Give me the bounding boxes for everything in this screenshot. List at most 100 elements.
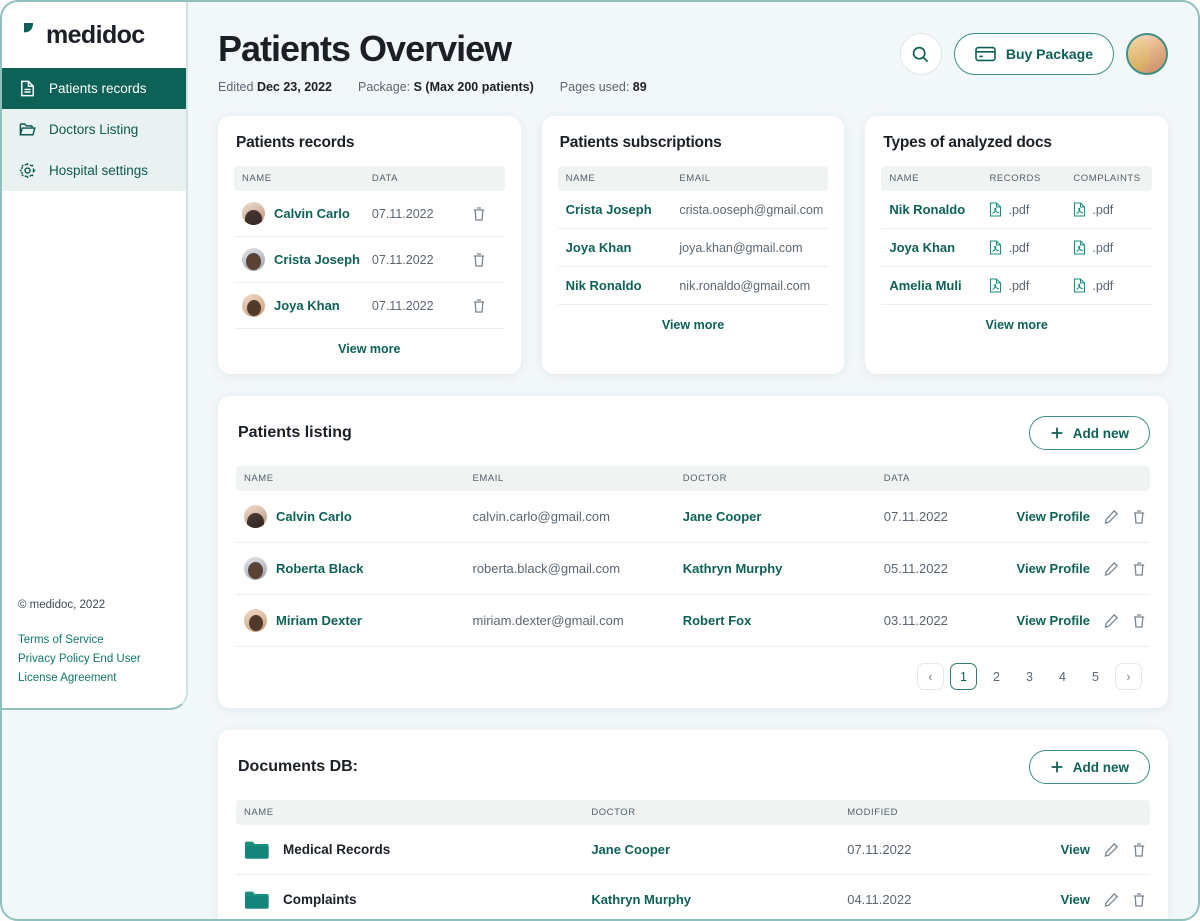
- pagination-page-5[interactable]: 5: [1082, 663, 1109, 690]
- cell-data: 07.11.2022: [363, 282, 465, 329]
- add-new-patient-button[interactable]: Add new: [1028, 416, 1150, 450]
- cell-modified: 07.11.2022: [839, 825, 1023, 875]
- edit-pencil-icon[interactable]: [1103, 561, 1119, 577]
- trash-icon[interactable]: [1132, 509, 1146, 525]
- trash-icon[interactable]: [472, 206, 505, 222]
- pagination-page-1[interactable]: 1: [950, 663, 977, 690]
- table-row[interactable]: Calvin Carlo calvin.carlo@gmail.com Jane…: [236, 491, 1150, 543]
- trash-icon[interactable]: [1132, 613, 1146, 629]
- folder-open-icon: [18, 120, 37, 139]
- table-row[interactable]: Joya Khan joya.khan@gmail.com: [557, 228, 829, 267]
- cell-doctor[interactable]: Robert Fox: [674, 594, 876, 647]
- privacy-policy-link[interactable]: Privacy Policy End User: [18, 650, 178, 669]
- cell-name[interactable]: Amelia Muli: [881, 266, 982, 305]
- cell-name[interactable]: Joya Khan: [557, 228, 672, 267]
- view-profile-link[interactable]: View Profile: [1017, 613, 1090, 628]
- sidebar-item-label: Patients records: [49, 81, 147, 96]
- cell-data: 03.11.2022: [875, 594, 1004, 647]
- section-patients-listing: Patients listing Add new NAME EMAIL DOCT…: [218, 396, 1168, 708]
- table-row[interactable]: Amelia Muli .pdf .pdf: [881, 266, 1153, 305]
- view-link[interactable]: View: [1061, 842, 1090, 857]
- table-row[interactable]: Crista Joseph crista.ooseph@gmail.com: [557, 191, 829, 229]
- page-title: Patients Overview: [218, 28, 512, 69]
- col-header-doctor: DOCTOR: [674, 466, 876, 491]
- edit-pencil-icon[interactable]: [1103, 509, 1119, 525]
- table-row[interactable]: Nik Ronaldo .pdf .pdf: [881, 191, 1153, 229]
- table-row[interactable]: Calvin Carlo 07.11.2022: [234, 191, 505, 237]
- sidebar-item-patients-records[interactable]: Patients records: [2, 68, 186, 109]
- trash-icon[interactable]: [1132, 842, 1146, 858]
- table-row[interactable]: Miriam Dexter miriam.dexter@gmail.com Ro…: [236, 594, 1150, 647]
- avatar: [242, 248, 265, 271]
- cell-name[interactable]: Nik Ronaldo: [881, 191, 982, 229]
- table-row[interactable]: Joya Khan 07.11.2022: [234, 282, 505, 329]
- cell-name: Roberta Black: [236, 542, 465, 595]
- cell-doctor[interactable]: Jane Cooper: [583, 825, 840, 875]
- document-name[interactable]: Complaints: [283, 892, 357, 907]
- pagination-page-3[interactable]: 3: [1016, 663, 1043, 690]
- license-agreement-link[interactable]: License Agreement: [18, 669, 178, 688]
- plus-icon: [1050, 426, 1064, 440]
- view-profile-link[interactable]: View Profile: [1017, 561, 1090, 576]
- pagination-next[interactable]: ›: [1115, 663, 1142, 690]
- pagination-prev[interactable]: ‹: [917, 663, 944, 690]
- trash-icon[interactable]: [472, 252, 505, 268]
- leaf-mark-icon: [16, 22, 38, 48]
- analyzed-docs-table: NAME RECORDS COMPLAINTS Nik Ronaldo .pdf: [881, 166, 1153, 305]
- cell-name[interactable]: Nik Ronaldo: [557, 266, 672, 305]
- sidebar-item-doctors-listing[interactable]: Doctors Listing: [2, 109, 186, 150]
- cell-actions: View Profile: [1003, 542, 1150, 595]
- view-more-link[interactable]: View more: [558, 305, 829, 340]
- avatar: [244, 609, 267, 632]
- cell-name[interactable]: Crista Joseph: [557, 191, 672, 229]
- folder-icon: [244, 889, 269, 910]
- table-row[interactable]: Complaints Kathryn Murphy 04.11.2022 Vie…: [236, 874, 1150, 919]
- cell-complaints: .pdf: [1065, 191, 1153, 229]
- buy-package-label: Buy Package: [1005, 46, 1093, 62]
- trash-icon[interactable]: [472, 298, 505, 314]
- cell-doctor[interactable]: Kathryn Murphy: [583, 874, 840, 919]
- cell-name[interactable]: Joya Khan: [881, 228, 982, 267]
- cell-doctor[interactable]: Jane Cooper: [674, 491, 876, 543]
- table-row[interactable]: Nik Ronaldo nik.ronaldo@gmail.com: [557, 266, 829, 305]
- edit-pencil-icon[interactable]: [1103, 842, 1119, 858]
- col-header-records: RECORDS: [981, 166, 1066, 191]
- trash-icon[interactable]: [1132, 561, 1146, 577]
- pdf-icon: [989, 278, 1002, 293]
- add-new-document-button[interactable]: Add new: [1028, 750, 1150, 784]
- app-window: medidoc Patients records Doctors Listing…: [0, 0, 1200, 921]
- search-button[interactable]: [899, 33, 942, 75]
- terms-of-service-link[interactable]: Terms of Service: [18, 631, 178, 650]
- buy-package-button[interactable]: Buy Package: [953, 33, 1114, 75]
- col-header-actions: [1003, 466, 1150, 491]
- col-header-name: NAME: [881, 166, 982, 191]
- document-name[interactable]: Medical Records: [283, 842, 390, 857]
- pages-meta: Pages used: 89: [559, 80, 647, 94]
- cell-complaints: .pdf: [1065, 228, 1153, 267]
- table-row[interactable]: Joya Khan .pdf .pdf: [881, 228, 1153, 267]
- user-avatar[interactable]: [1126, 33, 1168, 75]
- cell-actions: View: [1022, 825, 1150, 875]
- trash-icon[interactable]: [1132, 892, 1146, 908]
- cell-doctor[interactable]: Kathryn Murphy: [674, 542, 876, 595]
- view-link[interactable]: View: [1061, 892, 1090, 907]
- cell-name: Joya Khan: [234, 282, 364, 329]
- cell-records: .pdf: [981, 191, 1066, 229]
- pagination-page-2[interactable]: 2: [983, 663, 1010, 690]
- pages-value: 89: [632, 80, 647, 94]
- edit-pencil-icon[interactable]: [1103, 613, 1119, 629]
- view-profile-link[interactable]: View Profile: [1017, 509, 1090, 524]
- edit-pencil-icon[interactable]: [1103, 892, 1119, 908]
- table-row[interactable]: Roberta Black roberta.black@gmail.com Ka…: [236, 542, 1150, 595]
- col-header-name: NAME: [234, 166, 364, 191]
- table-row[interactable]: Crista Joseph 07.11.2022: [234, 236, 505, 283]
- pagination-page-4[interactable]: 4: [1049, 663, 1076, 690]
- view-more-link[interactable]: View more: [234, 329, 505, 364]
- cell-actions: View Profile: [1003, 594, 1150, 647]
- sidebar-item-hospital-settings[interactable]: Hospital settings: [2, 150, 186, 191]
- table-row[interactable]: Medical Records Jane Cooper 07.11.2022 V…: [236, 825, 1150, 875]
- documents-db-table: NAME DOCTOR MODIFIED Medical Records Jan…: [236, 800, 1150, 919]
- view-more-link[interactable]: View more: [881, 305, 1152, 340]
- cell-records: .pdf: [981, 266, 1066, 305]
- section-header: Patients listing Add new: [236, 416, 1150, 450]
